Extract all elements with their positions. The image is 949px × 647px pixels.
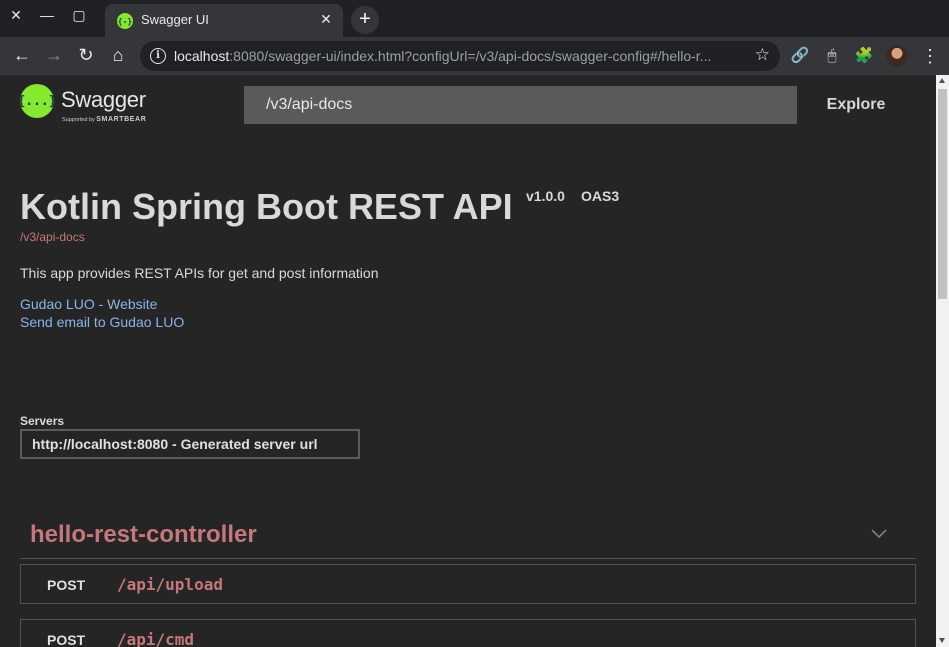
oas-badge: OAS3 [581,188,620,204]
browser-menu-icon[interactable]: ⋮ [920,45,940,67]
spec-url-link[interactable]: /v3/api-docs [20,230,85,244]
operation-method: POST [47,632,86,647]
browser-toolbar: ← → ↻ ⌂ i localhost:8080/swagger-ui/inde… [0,37,949,75]
smartbear-tagline: Supported by SMARTBEAR [62,116,147,123]
email-link[interactable]: Send email to Gudao LUO [20,314,184,330]
minimize-window-button[interactable]: — [32,0,62,34]
address-bar[interactable]: i localhost:8080/swagger-ui/index.html?c… [140,41,780,71]
address-url[interactable]: localhost:8080/swagger-ui/index.html?con… [174,48,711,64]
tag-name: hello-rest-controller [30,521,257,548]
servers-select[interactable]: http://localhost:8080 - Generated server… [20,429,360,459]
mouse-extension-icon[interactable]: 🖱 [822,46,842,66]
page-viewport: {...} Swagger Supported by SMARTBEAR Exp… [0,75,936,647]
swagger-logo-icon: {...} [17,84,57,118]
link-extension-icon[interactable]: 🔗 [790,46,810,66]
maximize-window-button[interactable]: ▢ [64,0,94,34]
bookmark-star-icon[interactable]: ☆ [755,45,770,65]
tab-title: Swagger UI [141,12,209,27]
home-button[interactable]: ⌂ [105,42,131,68]
profile-avatar[interactable] [886,45,908,67]
extensions-puzzle-icon[interactable]: 🧩 [854,46,874,66]
operation-block[interactable]: POST /api/upload [20,564,916,604]
reload-button[interactable]: ↻ [73,42,99,68]
browser-tab[interactable]: {-} Swagger UI ✕ [105,4,343,37]
new-tab-button[interactable]: + [351,6,379,34]
swagger-favicon-icon: {-} [117,13,133,29]
operation-block[interactable]: POST /api/cmd [20,619,916,647]
close-tab-icon[interactable]: ✕ [317,10,335,28]
servers-label: Servers [20,414,65,428]
spec-url-input[interactable] [244,86,797,124]
scroll-down-arrow-icon[interactable] [939,638,945,643]
version-badge: v1.0.0 [526,188,565,204]
back-button[interactable]: ← [9,42,35,68]
scroll-thumb[interactable] [938,89,947,299]
explore-button[interactable]: Explore [797,86,915,124]
chevron-down-icon[interactable] [871,525,887,541]
page-scrollbar[interactable] [936,75,949,647]
operation-method: POST [47,577,86,593]
close-window-button[interactable]: ✕ [1,0,31,34]
tag-section-header[interactable]: hello-rest-controller [20,513,916,559]
api-description: This app provides REST APIs for get and … [20,265,379,281]
scroll-up-arrow-icon[interactable] [939,78,945,83]
website-link[interactable]: Gudao LUO - Website [20,296,157,312]
operation-path: /api/cmd [117,630,195,647]
swagger-logo[interactable]: {...} Swagger Supported by SMARTBEAR [17,84,165,126]
operation-path: /api/upload [117,575,223,594]
swagger-logo-text: Swagger [61,87,146,112]
tab-strip: ✕ — ▢ {-} Swagger UI ✕ + [0,0,949,37]
forward-button[interactable]: → [41,42,67,68]
api-title: Kotlin Spring Boot REST API [20,186,513,227]
site-info-icon[interactable]: i [150,48,166,64]
